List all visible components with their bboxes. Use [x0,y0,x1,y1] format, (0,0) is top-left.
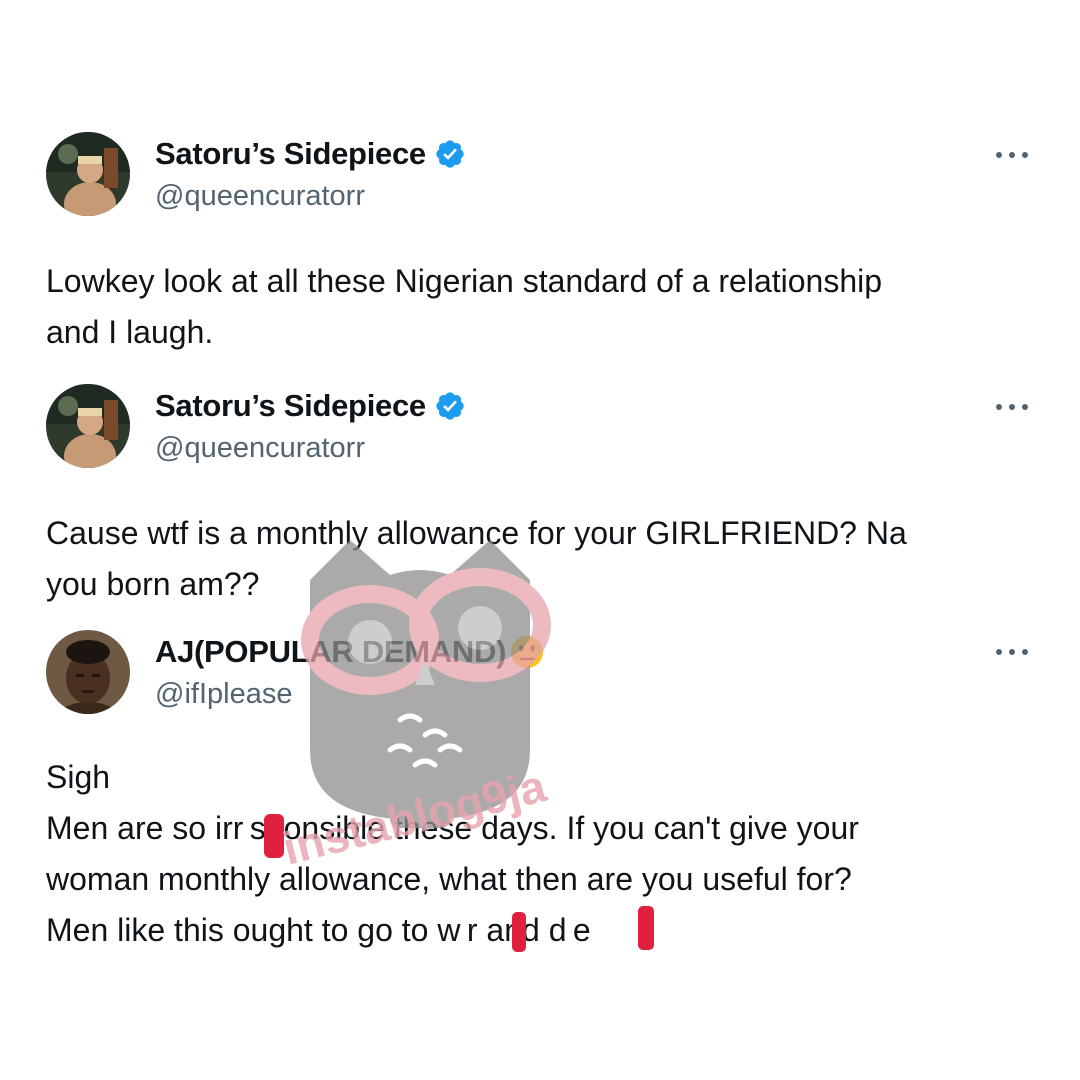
display-name[interactable]: Satoru’s Sidepiece [155,136,426,172]
display-name[interactable]: AJ(POPULAR DEMAND) [155,634,506,670]
tweet-text-line: woman monthly allowance, what then are y… [46,861,852,897]
more-options-icon[interactable] [996,402,1030,412]
neutral-face-emoji-icon [511,635,544,669]
display-name[interactable]: Satoru’s Sidepiece [155,388,426,424]
more-options-icon[interactable] [996,647,1030,657]
profile-photo-icon [46,132,130,216]
avatar[interactable] [46,630,130,714]
tweet-text-line: you born am?? [46,566,260,602]
handle[interactable]: @queencuratorr [155,180,365,213]
verified-badge-icon [436,392,464,420]
handle[interactable]: @queencuratorr [155,432,365,465]
tweet-text-line: Men like this ought to go to w r and d e [46,912,591,948]
redaction-mark [512,912,526,952]
profile-photo-icon [46,384,130,468]
more-options-icon[interactable] [996,150,1030,160]
tweet-text: Cause wtf is a monthly allowance for you… [46,508,1036,610]
tweet-text-line: Cause wtf is a monthly allowance for you… [46,515,907,551]
tweet-text: Sigh Men are so irr sponsible these days… [46,752,1036,956]
profile-photo-icon [46,630,130,714]
verified-badge-icon [436,140,464,168]
tweet-text-line: and I laugh. [46,314,214,350]
tweet-text-line: Sigh [46,759,111,795]
redaction-mark [638,906,654,950]
tweet-text: Lowkey look at all these Nigerian standa… [46,256,1036,358]
redaction-mark [264,814,284,858]
avatar[interactable] [46,132,130,216]
handle[interactable]: @ifIplease [155,678,292,711]
tweet-text-line: Men are so irr sponsible these days. If … [46,810,859,846]
avatar[interactable] [46,384,130,468]
tweet-text-line: Lowkey look at all these Nigerian standa… [46,263,883,299]
